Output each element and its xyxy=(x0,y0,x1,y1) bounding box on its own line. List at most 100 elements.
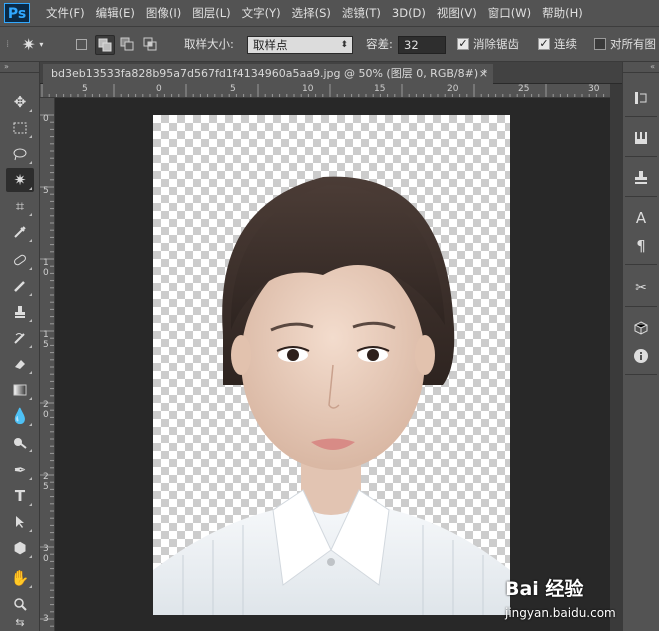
ruler-label: 5 xyxy=(43,482,49,492)
all-layers-label: 对所有图 xyxy=(610,37,656,51)
lasso-tool-icon[interactable] xyxy=(6,142,34,166)
subtract-selection-button[interactable] xyxy=(118,35,136,53)
ruler-label: 1 xyxy=(43,330,49,340)
3d-panel-icon[interactable] xyxy=(629,316,653,340)
info-panel-icon[interactable] xyxy=(629,344,653,368)
vertical-ruler: 0 5 1 0 1 5 2 0 2 5 3 0 3 xyxy=(40,98,55,631)
checkmark-icon: ✓ xyxy=(538,37,550,50)
move-tool-icon[interactable]: ✥ xyxy=(6,90,34,114)
ruler-label: 5 xyxy=(43,186,49,196)
dodge-tool-icon[interactable] xyxy=(6,430,34,454)
eraser-tool-icon[interactable] xyxy=(6,352,34,376)
menu-edit[interactable]: 编辑(E) xyxy=(96,5,135,21)
intersect-selection-icon xyxy=(143,37,157,51)
healing-brush-tool-icon[interactable] xyxy=(6,248,34,272)
add-to-selection-button[interactable] xyxy=(95,35,115,55)
menu-view[interactable]: 视图(V) xyxy=(437,5,477,21)
subtract-selection-icon xyxy=(120,37,134,51)
ruler-label: 1 xyxy=(43,258,49,268)
horizontal-ruler: 5 0 5 10 15 20 25 30 xyxy=(40,84,610,98)
vertical-scrollbar[interactable] xyxy=(610,84,622,631)
ruler-label: 2 xyxy=(43,400,49,410)
tools-panel-collapse-icon[interactable]: » xyxy=(0,62,39,73)
contiguous-label: 连续 xyxy=(554,37,577,51)
menu-image[interactable]: 图像(I) xyxy=(146,5,181,21)
sample-size-select[interactable]: 取样点 ⬍ xyxy=(247,36,353,54)
crop-tool-icon[interactable]: ⌗ xyxy=(6,194,34,218)
watermark-url: jingyan.baidu.com xyxy=(505,606,616,620)
ruler-label: 10 xyxy=(302,84,314,94)
paragraph-panel-icon[interactable]: ¶ xyxy=(629,234,653,258)
document-tab[interactable]: bd3eb13533fa828b95a7d567fd1f4134960a5aa9… xyxy=(43,64,493,84)
antialias-checkbox[interactable]: ✓ 消除锯齿 xyxy=(457,27,519,61)
history-brush-tool-icon[interactable] xyxy=(6,326,34,350)
swap-colors-icon[interactable]: ⇆ xyxy=(6,614,34,630)
tool-options-grip: ⁞ xyxy=(6,38,10,50)
new-selection-button[interactable] xyxy=(72,35,90,53)
chevron-updown-icon: ⬍ xyxy=(340,40,348,50)
menu-help[interactable]: 帮助(H) xyxy=(542,5,583,21)
clone-source-icon[interactable] xyxy=(629,166,653,190)
ruler-label: 0 xyxy=(43,114,49,124)
portrait-photo xyxy=(153,176,510,615)
brush-presets-icon[interactable] xyxy=(629,126,653,150)
dock-collapse-icon[interactable]: « xyxy=(623,62,659,73)
menu-layer[interactable]: 图层(L) xyxy=(192,5,230,21)
hand-tool-icon[interactable]: ✋ xyxy=(6,566,34,590)
all-layers-checkbox[interactable]: 对所有图 xyxy=(594,27,656,61)
eyedropper-tool-icon[interactable] xyxy=(6,220,34,244)
zoom-tool-icon[interactable] xyxy=(6,592,34,616)
baidu-jingyan-watermark: Bai 经验 jingyan.baidu.com xyxy=(505,572,655,627)
character-panel-icon[interactable]: A xyxy=(629,206,653,230)
contiguous-checkbox[interactable]: ✓ 连续 xyxy=(538,27,577,61)
shape-tool-icon[interactable]: ⬢ xyxy=(6,536,34,560)
marquee-tool-icon[interactable] xyxy=(6,116,34,140)
document-tab-title: bd3eb13533fa828b95a7d567fd1f4134960a5aa9… xyxy=(51,67,488,80)
sample-size-value: 取样点 xyxy=(253,38,288,52)
history-panel-icon[interactable] xyxy=(629,86,653,110)
ruler-label: 2 xyxy=(43,472,49,482)
menu-select[interactable]: 选择(S) xyxy=(292,5,331,21)
right-panel-dock: « A ¶ ✂ xyxy=(622,62,659,631)
ruler-label: 5 xyxy=(43,340,49,350)
menu-filter[interactable]: 滤镜(T) xyxy=(342,5,381,21)
document-tab-bar: bd3eb13533fa828b95a7d567fd1f4134960a5aa9… xyxy=(40,62,622,84)
path-selection-tool-icon[interactable] xyxy=(6,510,34,534)
options-bar: ⁞ ✷ ▾ 取样大小: 取样点 ⬍ 容差: 32 ✓ 消除锯齿 ✓ 连续 对所有图 xyxy=(0,26,659,62)
ruler-label: 5 xyxy=(230,84,236,94)
unchecked-box-icon xyxy=(594,38,606,50)
canvas-area[interactable] xyxy=(55,98,610,631)
tolerance-input[interactable]: 32 xyxy=(398,36,446,54)
photoshop-logo: Ps xyxy=(4,3,30,23)
ruler-label: 3 xyxy=(43,544,49,554)
menu-bar: Ps 文件(F) 编辑(E) 图像(I) 图层(L) 文字(Y) 选择(S) 滤… xyxy=(0,0,659,26)
menu-window[interactable]: 窗口(W) xyxy=(488,5,531,21)
ruler-label: 30 xyxy=(588,84,600,94)
blur-tool-icon[interactable]: 💧 xyxy=(6,404,34,428)
ruler-label: 5 xyxy=(82,84,88,94)
ruler-label: 20 xyxy=(447,84,459,94)
tolerance-label: 容差: xyxy=(366,37,393,51)
brush-tool-icon[interactable] xyxy=(6,274,34,298)
add-selection-icon xyxy=(98,38,112,52)
magic-wand-preset-icon[interactable]: ✷ ▾ xyxy=(22,27,43,61)
gradient-tool-icon[interactable] xyxy=(6,378,34,402)
type-tool-icon[interactable]: T xyxy=(6,484,34,508)
tools-panel: » ✥ ✷ ⌗ 💧 ✒ T ⬢ ✋ ⇆ xyxy=(0,62,40,631)
intersect-selection-button[interactable] xyxy=(141,35,159,53)
pen-tool-icon[interactable]: ✒ xyxy=(6,458,34,482)
ruler-label: 25 xyxy=(518,84,530,94)
tools-preset-icon[interactable]: ✂ xyxy=(629,276,653,300)
antialias-label: 消除锯齿 xyxy=(473,37,519,51)
clone-stamp-tool-icon[interactable] xyxy=(6,300,34,324)
watermark-logo: Bai 经验 xyxy=(505,578,584,600)
ruler-label: 15 xyxy=(374,84,386,94)
menu-file[interactable]: 文件(F) xyxy=(46,5,85,21)
menu-type[interactable]: 文字(Y) xyxy=(242,5,281,21)
magic-wand-tool-icon[interactable]: ✷ xyxy=(6,168,34,192)
ruler-label: 0 xyxy=(43,554,49,564)
document-canvas[interactable] xyxy=(153,115,510,615)
ruler-label: 3 xyxy=(43,614,49,624)
close-icon[interactable]: × xyxy=(479,64,488,84)
menu-3d[interactable]: 3D(D) xyxy=(392,6,426,20)
